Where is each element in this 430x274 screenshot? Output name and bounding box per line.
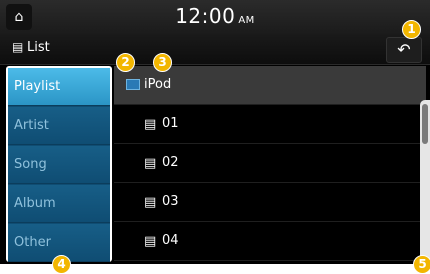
back-arrow-icon: ↶ bbox=[397, 40, 411, 59]
page-title-label: List bbox=[27, 40, 50, 55]
header: ▤ List ↶ bbox=[0, 34, 430, 65]
status-bar: ⌂ 12:00 AM bbox=[0, 0, 430, 34]
list-item-label: 04 bbox=[162, 233, 179, 248]
clock: 12:00 AM bbox=[0, 4, 430, 28]
back-button[interactable]: ↶ bbox=[386, 37, 422, 63]
callout-badge-1: 1 bbox=[402, 20, 421, 39]
menu-item-label: Playlist bbox=[14, 79, 61, 94]
category-menu: Playlist Artist Song Album Other bbox=[6, 66, 112, 262]
list-item[interactable]: ▤ 03 bbox=[114, 183, 426, 222]
list-icon: ▤ bbox=[12, 40, 24, 54]
list-item[interactable]: ▤ 04 bbox=[114, 222, 426, 261]
callout-badge-4: 4 bbox=[52, 255, 71, 274]
scrollbar[interactable] bbox=[420, 100, 430, 262]
menu-item-label: Song bbox=[14, 157, 47, 172]
menu-item-label: Album bbox=[14, 196, 56, 211]
list-item-label: 03 bbox=[162, 194, 179, 209]
scrollbar-thumb[interactable] bbox=[422, 104, 428, 144]
list-doc-icon: ▤ bbox=[144, 195, 157, 210]
root-label: iPod bbox=[144, 77, 172, 92]
menu-item-label: Other bbox=[14, 235, 51, 250]
list-doc-icon: ▤ bbox=[144, 234, 157, 249]
folder-icon bbox=[126, 79, 140, 90]
list-item[interactable]: ▤ 01 bbox=[114, 105, 426, 144]
list-item[interactable]: ▤ 02 bbox=[114, 144, 426, 183]
page-title: ▤ List bbox=[12, 40, 50, 55]
file-list: iPod ▤ 01 ▤ 02 ▤ 03 ▤ 04 bbox=[114, 66, 426, 264]
list-item-label: 02 bbox=[162, 155, 179, 170]
list-doc-icon: ▤ bbox=[144, 117, 157, 132]
list-doc-icon: ▤ bbox=[144, 156, 157, 171]
menu-item-label: Artist bbox=[14, 118, 49, 133]
clock-time: 12:00 bbox=[175, 4, 236, 28]
menu-item-playlist[interactable]: Playlist bbox=[8, 68, 110, 106]
callout-badge-5: 5 bbox=[413, 255, 430, 274]
menu-item-artist[interactable]: Artist bbox=[8, 107, 110, 145]
callout-badge-2: 2 bbox=[116, 53, 135, 72]
menu-item-album[interactable]: Album bbox=[8, 185, 110, 223]
callout-badge-3: 3 bbox=[153, 53, 172, 72]
menu-item-song[interactable]: Song bbox=[8, 146, 110, 184]
screen: ⌂ 12:00 AM ▤ List ↶ Playlist Artist Song A… bbox=[0, 0, 430, 264]
list-item-label: 01 bbox=[162, 116, 179, 131]
clock-ampm: AM bbox=[238, 15, 255, 26]
